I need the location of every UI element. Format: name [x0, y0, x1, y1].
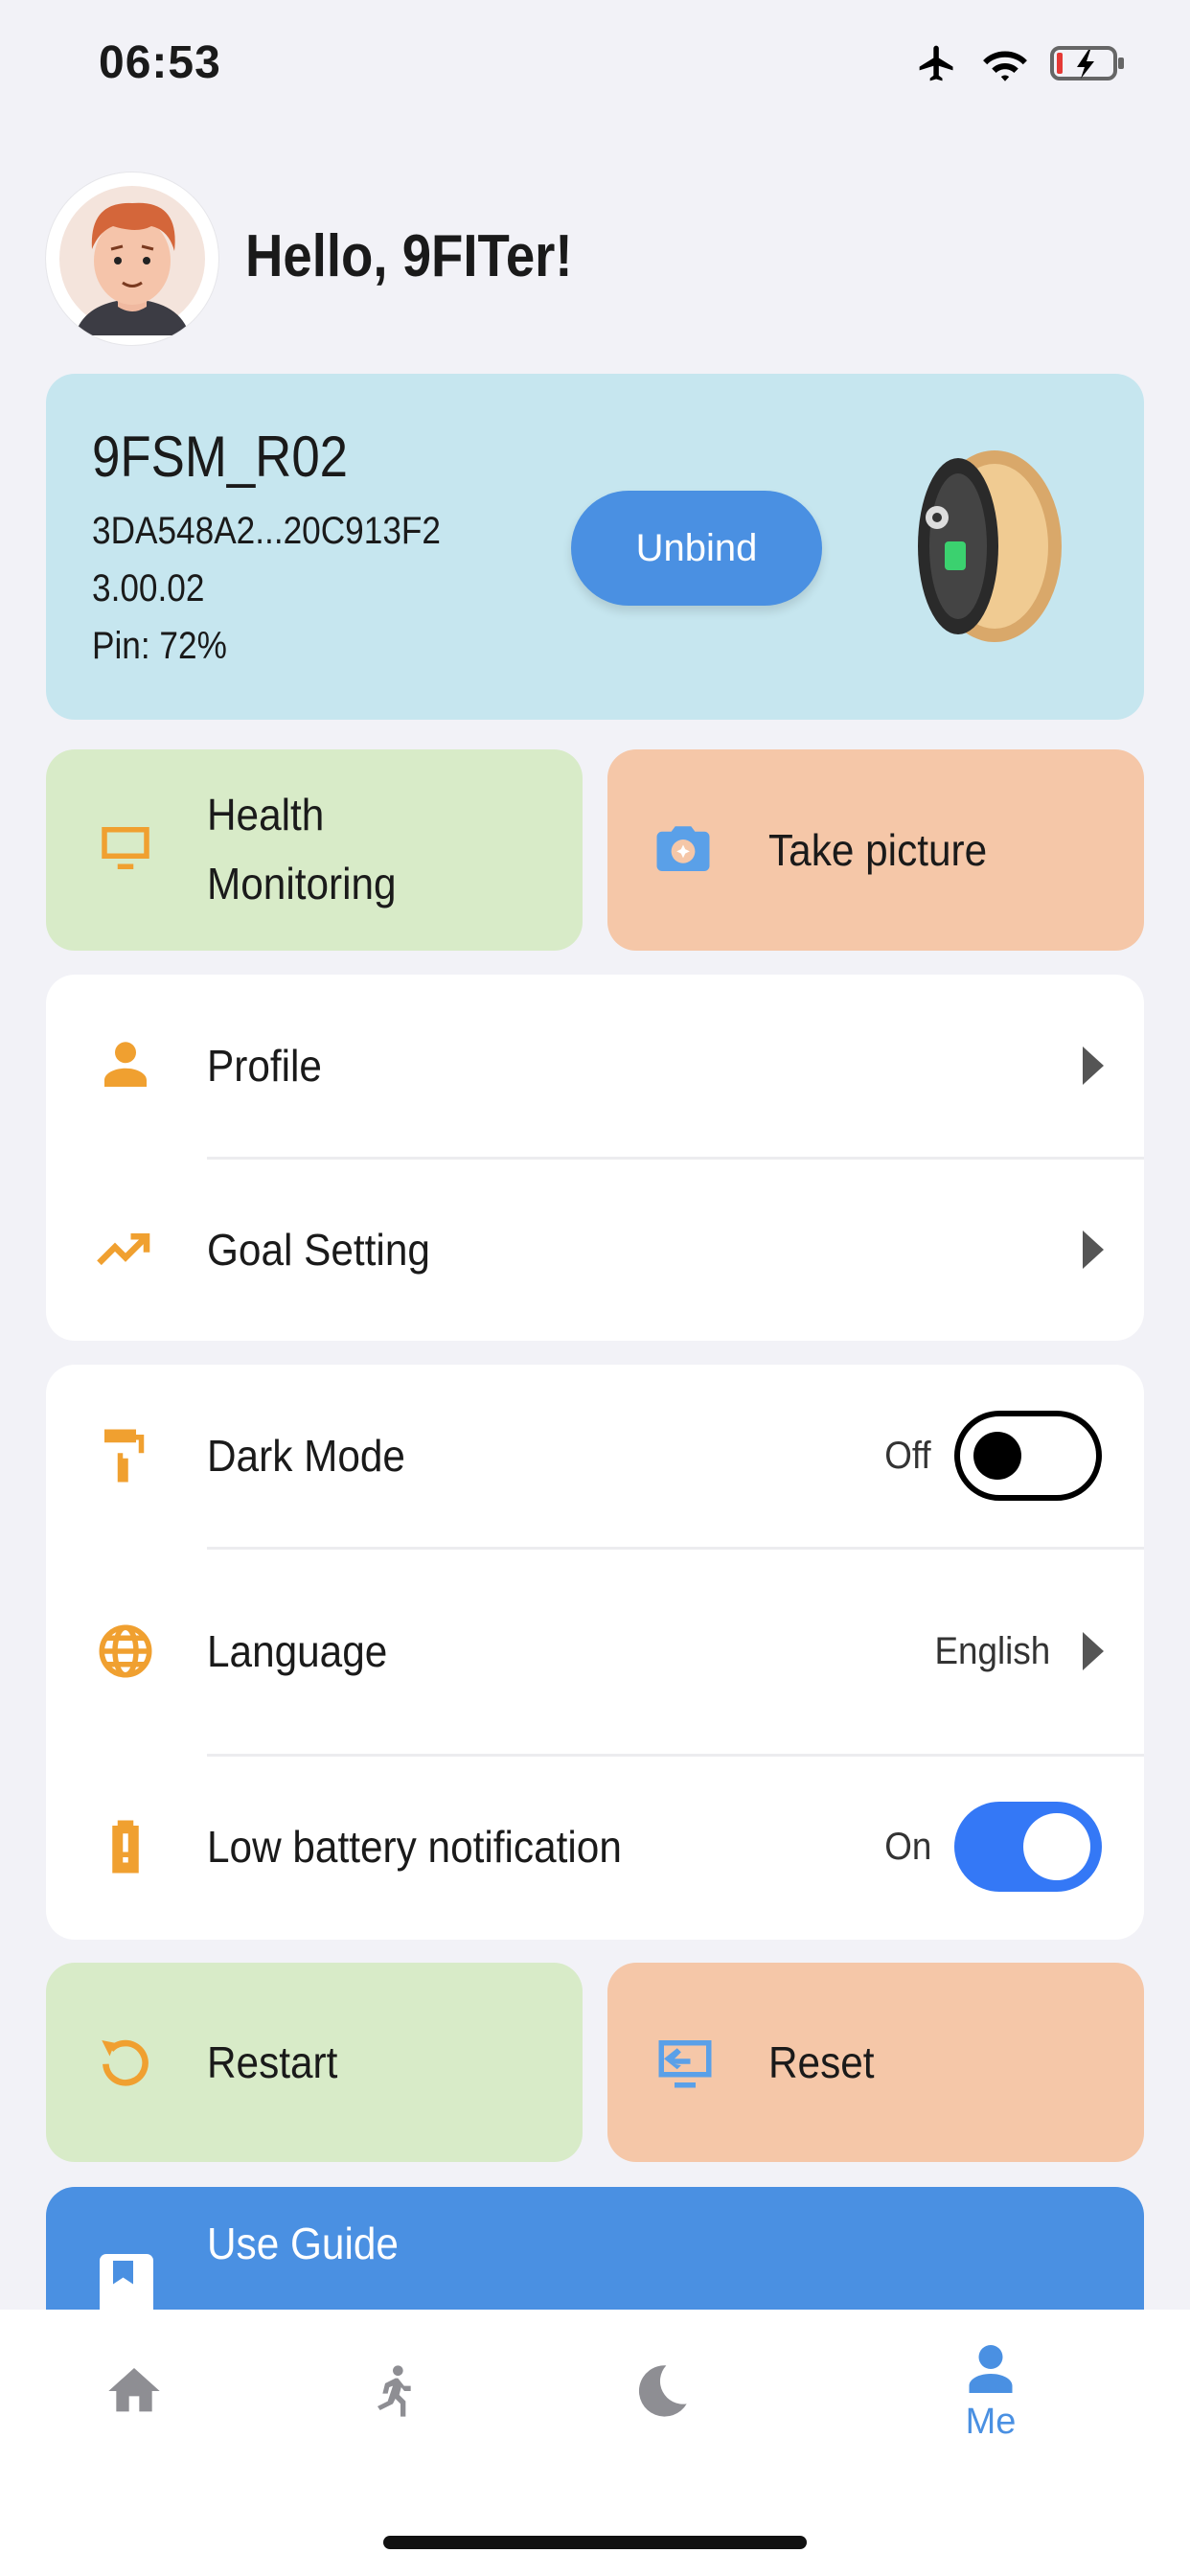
language-row[interactable]: Language English	[46, 1549, 1144, 1754]
profile-row[interactable]: Profile	[46, 975, 1144, 1157]
battery-charging-icon	[1050, 46, 1124, 80]
dark-mode-toggle[interactable]	[954, 1411, 1102, 1501]
reset-icon	[658, 2040, 712, 2088]
tab-me[interactable]: Me	[933, 2310, 1048, 2472]
status-time: 06:53	[99, 37, 221, 88]
moon-icon	[638, 2365, 687, 2417]
health-label-line1: Health	[207, 790, 325, 840]
device-card: 9FSM_R02 3DA548A2...20C913F2 3.00.02 Pin…	[46, 374, 1144, 720]
health-monitoring-tile[interactable]: Health Monitoring	[46, 749, 583, 951]
battery-alert-icon	[112, 1820, 139, 1874]
home-indicator	[383, 2536, 807, 2549]
wifi-icon	[983, 51, 1027, 81]
tab-me-label: Me	[965, 2401, 1017, 2442]
greeting: Hello, 9FITer!	[245, 223, 573, 289]
dark-mode-label: Dark Mode	[207, 1431, 405, 1481]
restart-label: Restart	[207, 2037, 338, 2087]
paint-roller-icon	[104, 1429, 145, 1483]
device-id: 3DA548A2...20C913F2	[92, 510, 441, 552]
toggle-knob	[973, 1432, 1021, 1480]
use-guide-label: Use Guide	[207, 2219, 399, 2268]
avatar[interactable]	[46, 172, 218, 345]
take-picture-label: Take picture	[768, 825, 988, 875]
device-name: 9FSM_R02	[92, 425, 349, 489]
reset-label: Reset	[768, 2037, 875, 2087]
dark-mode-row: Dark Mode Off	[46, 1365, 1144, 1547]
settings-card: Dark Mode Off Language English Low batte…	[46, 1365, 1144, 1940]
goal-setting-label: Goal Setting	[207, 1225, 430, 1275]
person-icon	[104, 1042, 147, 1087]
device-firmware: 3.00.02	[92, 567, 205, 610]
status-icons	[914, 42, 1127, 84]
language-label: Language	[207, 1626, 388, 1676]
unbind-button[interactable]: Unbind	[571, 491, 822, 606]
trending-up-icon	[97, 1232, 150, 1266]
chevron-right-icon	[1083, 1230, 1104, 1269]
low-battery-toggle[interactable]	[954, 1802, 1102, 1892]
smart-ring-image	[918, 450, 1062, 642]
device-battery: Pin: 72%	[92, 625, 227, 667]
low-battery-row: Low battery notification On	[46, 1756, 1144, 1938]
low-battery-label: Low battery notification	[207, 1822, 622, 1872]
tab-sleep[interactable]	[604, 2310, 719, 2472]
person-icon	[969, 2344, 1013, 2393]
take-picture-tile[interactable]: Take picture	[607, 749, 1144, 951]
language-value: English	[934, 1629, 1050, 1672]
toggle-knob	[1023, 1813, 1090, 1880]
globe-icon	[99, 1624, 152, 1678]
running-icon	[378, 2365, 411, 2417]
profile-label: Profile	[207, 1041, 322, 1091]
health-label-line2: Monitoring	[207, 859, 397, 908]
restart-tile[interactable]: Restart	[46, 1963, 583, 2162]
restart-icon	[102, 2039, 149, 2086]
tab-activity[interactable]	[335, 2310, 450, 2472]
low-battery-value: On	[883, 1825, 931, 1868]
monitor-icon	[102, 827, 149, 869]
reset-tile[interactable]: Reset	[607, 1963, 1144, 2162]
goal-setting-row[interactable]: Goal Setting	[46, 1159, 1144, 1341]
airplane-icon	[919, 45, 953, 81]
chevron-right-icon	[1083, 1632, 1104, 1670]
dark-mode-value: Off	[884, 1434, 931, 1477]
camera-icon	[656, 826, 710, 871]
account-menu-card: Profile Goal Setting	[46, 975, 1144, 1341]
chevron-right-icon	[1083, 1046, 1104, 1085]
tab-home[interactable]	[77, 2310, 192, 2472]
home-icon	[108, 2368, 160, 2412]
